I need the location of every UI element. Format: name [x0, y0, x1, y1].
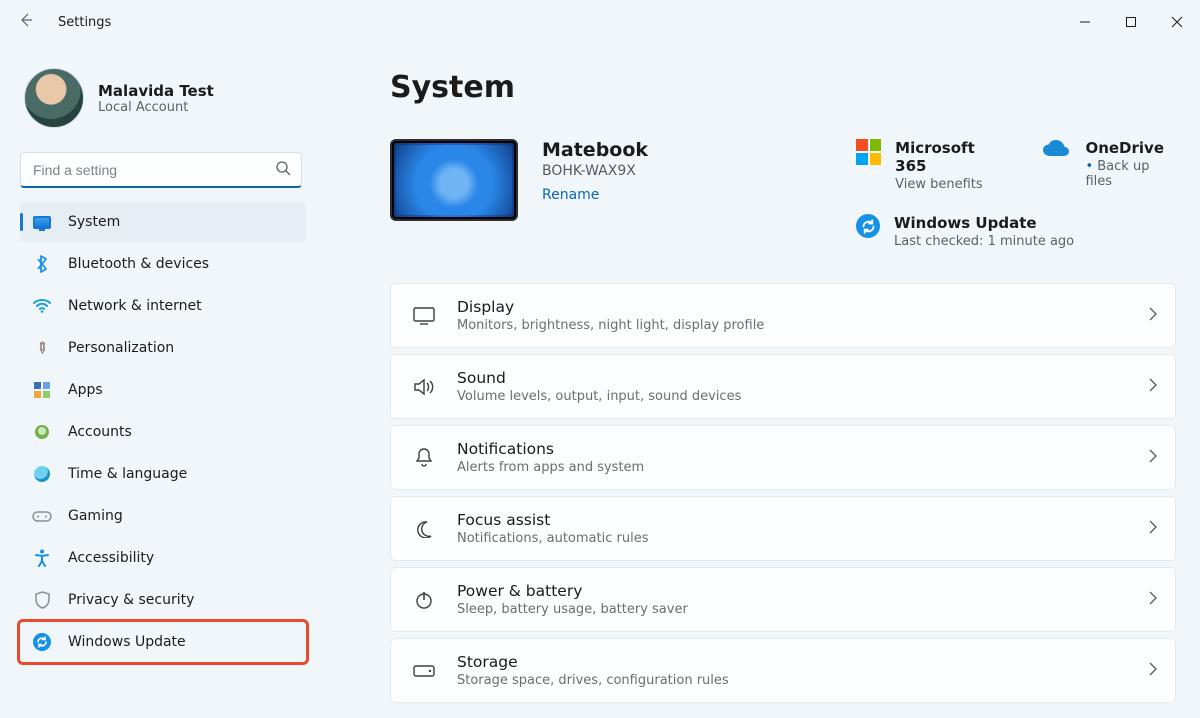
- row-focus-assist[interactable]: Focus assist Notifications, automatic ru…: [390, 496, 1176, 561]
- brush-icon: ✎: [28, 334, 56, 362]
- sidebar-item-accounts[interactable]: Accounts: [20, 412, 306, 452]
- chevron-right-icon: [1149, 306, 1157, 325]
- chevron-right-icon: [1149, 590, 1157, 609]
- promo-ms365[interactable]: Microsoft 365 View benefits: [856, 139, 1007, 192]
- app-title: Settings: [58, 15, 111, 30]
- chevron-right-icon: [1149, 448, 1157, 467]
- nav-label: Privacy & security: [68, 592, 194, 608]
- avatar: [24, 68, 84, 128]
- row-sub: Alerts from apps and system: [457, 460, 1149, 475]
- sidebar: Malavida Test Local Account System Bluet…: [0, 44, 320, 718]
- rename-link[interactable]: Rename: [542, 187, 648, 203]
- apps-icon: [32, 380, 52, 400]
- sidebar-item-network[interactable]: Network & internet: [20, 286, 306, 326]
- onedrive-icon: [1041, 139, 1071, 163]
- row-title: Power & battery: [457, 582, 1149, 600]
- window-controls: [1062, 3, 1200, 41]
- row-sound[interactable]: Sound Volume levels, output, input, soun…: [390, 354, 1176, 419]
- nav-label: Apps: [68, 382, 103, 398]
- row-power-battery[interactable]: Power & battery Sleep, battery usage, ba…: [390, 567, 1176, 632]
- display-icon: [409, 307, 439, 325]
- minimize-button[interactable]: [1062, 3, 1108, 41]
- accessibility-icon: [32, 548, 52, 568]
- nav-label: Time & language: [68, 466, 187, 482]
- sidebar-item-gaming[interactable]: Gaming: [20, 496, 306, 536]
- device-name: Matebook: [542, 139, 648, 161]
- promo-title: Windows Update: [894, 214, 1074, 232]
- device-thumbnail: [390, 139, 518, 221]
- nav-label: Personalization: [68, 340, 174, 356]
- sidebar-item-time-language[interactable]: Time & language: [20, 454, 306, 494]
- promo-sub: View benefits: [895, 177, 1007, 192]
- profile-subtitle: Local Account: [98, 100, 214, 115]
- nav-label: Gaming: [68, 508, 123, 524]
- accounts-icon: [32, 422, 52, 442]
- page-title: System: [390, 70, 1176, 105]
- microsoft-logo-icon: [856, 139, 881, 165]
- bluetooth-icon: [32, 254, 52, 274]
- profile-block[interactable]: Malavida Test Local Account: [24, 68, 306, 128]
- promo-sub: Back up files: [1085, 159, 1176, 189]
- row-title: Notifications: [457, 440, 1149, 458]
- row-display[interactable]: Display Monitors, brightness, night ligh…: [390, 283, 1176, 348]
- gaming-icon: [32, 506, 52, 526]
- shield-icon: [32, 590, 52, 610]
- chevron-right-icon: [1149, 519, 1157, 538]
- row-sub: Volume levels, output, input, sound devi…: [457, 389, 1149, 404]
- search-box[interactable]: [20, 152, 302, 188]
- update-icon: [856, 214, 880, 238]
- row-sub: Sleep, battery usage, battery saver: [457, 602, 1149, 617]
- sidebar-item-apps[interactable]: Apps: [20, 370, 306, 410]
- sidebar-item-system[interactable]: System: [20, 202, 306, 242]
- row-title: Sound: [457, 369, 1149, 387]
- promo-title: Microsoft 365: [895, 139, 1007, 175]
- power-icon: [409, 591, 439, 609]
- nav-label: Windows Update: [68, 634, 186, 650]
- wifi-icon: [32, 296, 52, 316]
- row-notifications[interactable]: Notifications Alerts from apps and syste…: [390, 425, 1176, 490]
- profile-name: Malavida Test: [98, 82, 214, 100]
- promo-sub: Last checked: 1 minute ago: [894, 234, 1074, 249]
- back-icon[interactable]: [18, 12, 46, 32]
- moon-icon: [409, 520, 439, 538]
- row-title: Storage: [457, 653, 1149, 671]
- search-icon: [275, 160, 291, 180]
- globe-icon: [32, 464, 52, 484]
- row-sub: Monitors, brightness, night light, displ…: [457, 318, 1149, 333]
- sidebar-item-privacy[interactable]: Privacy & security: [20, 580, 306, 620]
- nav-label: Bluetooth & devices: [68, 256, 209, 272]
- storage-icon: [409, 665, 439, 677]
- chevron-right-icon: [1149, 377, 1157, 396]
- system-icon: [32, 212, 52, 232]
- promo-onedrive[interactable]: OneDrive Back up files: [1041, 139, 1176, 192]
- update-icon: [32, 632, 52, 652]
- device-model: BOHK-WAX9X: [542, 163, 648, 179]
- promo-title: OneDrive: [1085, 139, 1176, 157]
- titlebar: Settings: [0, 0, 1200, 44]
- hero-row: Matebook BOHK-WAX9X Rename Microsoft 365…: [390, 139, 1176, 249]
- promo-windows-update[interactable]: Windows Update Last checked: 1 minute ag…: [856, 214, 1176, 249]
- sidebar-item-windows-update[interactable]: Windows Update: [20, 622, 306, 662]
- bell-icon: [409, 448, 439, 468]
- settings-list: Display Monitors, brightness, night ligh…: [390, 283, 1176, 703]
- nav-label: System: [68, 214, 120, 230]
- sidebar-item-bluetooth[interactable]: Bluetooth & devices: [20, 244, 306, 284]
- row-title: Display: [457, 298, 1149, 316]
- row-storage[interactable]: Storage Storage space, drives, configura…: [390, 638, 1176, 703]
- maximize-button[interactable]: [1108, 3, 1154, 41]
- nav-list: System Bluetooth & devices Network & int…: [20, 202, 306, 662]
- sound-icon: [409, 378, 439, 396]
- row-title: Focus assist: [457, 511, 1149, 529]
- sidebar-item-accessibility[interactable]: Accessibility: [20, 538, 306, 578]
- close-button[interactable]: [1154, 3, 1200, 41]
- search-input[interactable]: [31, 161, 275, 179]
- main-area: System Matebook BOHK-WAX9X Rename Micros…: [320, 44, 1200, 718]
- nav-label: Accounts: [68, 424, 132, 440]
- nav-label: Accessibility: [68, 550, 154, 566]
- sidebar-item-personalization[interactable]: ✎ Personalization: [20, 328, 306, 368]
- chevron-right-icon: [1149, 661, 1157, 680]
- row-sub: Notifications, automatic rules: [457, 531, 1149, 546]
- row-sub: Storage space, drives, configuration rul…: [457, 673, 1149, 688]
- nav-label: Network & internet: [68, 298, 202, 314]
